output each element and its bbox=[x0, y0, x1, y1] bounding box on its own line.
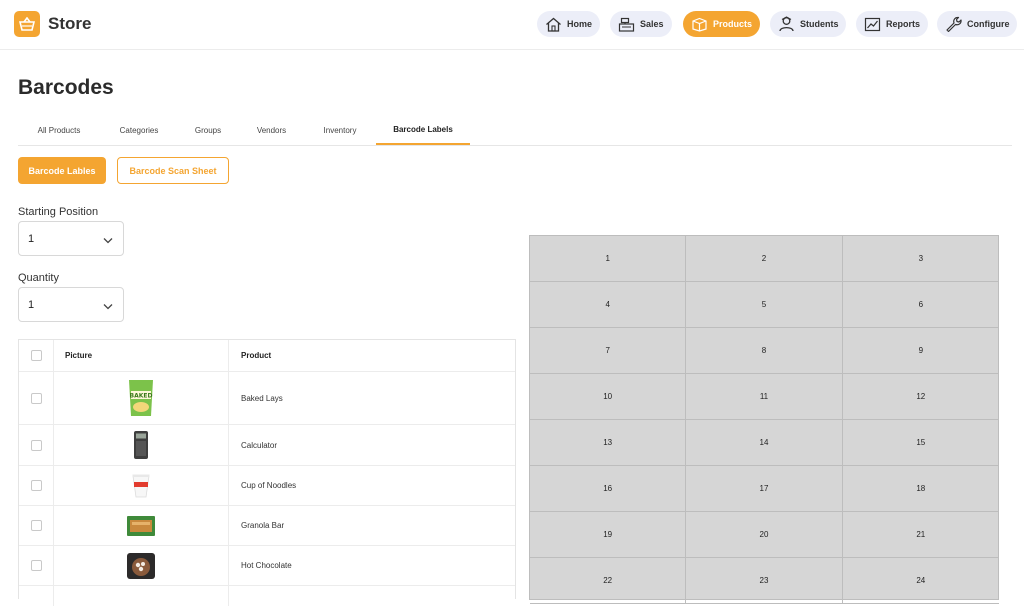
nav-home-button[interactable]: Home bbox=[537, 11, 600, 37]
label-position-cell[interactable]: 19 bbox=[530, 512, 687, 558]
tab-barcode-labels[interactable]: Barcode Labels bbox=[376, 116, 470, 145]
label-position-cell[interactable]: 12 bbox=[842, 374, 999, 420]
label-position-cell[interactable]: 6 bbox=[842, 282, 999, 328]
row-checkbox[interactable] bbox=[30, 439, 42, 451]
noodle-cup-image bbox=[132, 474, 150, 497]
quantity-label: Quantity bbox=[18, 272, 59, 284]
label-position-cell[interactable]: 22 bbox=[530, 558, 687, 604]
top-bar: Store Home Sales Products Students Repor… bbox=[0, 0, 1024, 50]
row-checkbox[interactable] bbox=[30, 480, 42, 491]
page-title: Barcodes bbox=[18, 76, 114, 99]
label-position-cell[interactable]: 11 bbox=[686, 374, 843, 420]
product-name: Calculator bbox=[241, 440, 278, 450]
student-icon bbox=[777, 15, 795, 33]
tab-all-products[interactable]: All Products bbox=[18, 116, 100, 145]
row-checkbox[interactable] bbox=[30, 520, 42, 531]
product-name: Granola Bar bbox=[241, 521, 285, 530]
hot-chocolate-image bbox=[127, 552, 155, 579]
cash-register-icon bbox=[617, 15, 635, 33]
label-position-cell[interactable]: 20 bbox=[686, 512, 843, 558]
label-position-cell[interactable]: 7 bbox=[530, 328, 687, 374]
barcode-scan-sheet-button[interactable]: Barcode Scan Sheet bbox=[117, 157, 229, 184]
nav-reports-label: Reports bbox=[886, 19, 921, 29]
nav-reports-button[interactable]: Reports bbox=[856, 11, 928, 37]
nav-students-label: Students bbox=[800, 19, 839, 29]
label-position-cell[interactable]: 16 bbox=[530, 466, 687, 512]
box-icon bbox=[690, 15, 708, 33]
starting-position-select[interactable]: 1 bbox=[18, 221, 124, 256]
store-icon bbox=[14, 11, 40, 37]
product-table: Picture Product BAKED Baked Lays Calcula… bbox=[18, 339, 516, 606]
app-name: Store bbox=[48, 14, 92, 33]
row-checkbox[interactable] bbox=[30, 560, 42, 571]
label-position-cell[interactable]: 23 bbox=[686, 558, 843, 604]
nav-configure-label: Configure bbox=[967, 19, 1010, 29]
label-position-cell[interactable]: 21 bbox=[842, 512, 999, 558]
table-header: Picture Product bbox=[19, 340, 515, 372]
label-position-cell[interactable]: 3 bbox=[842, 236, 999, 282]
chevron-down-icon bbox=[103, 301, 113, 313]
label-position-cell[interactable]: 8 bbox=[686, 328, 843, 374]
label-position-cell[interactable]: 10 bbox=[530, 374, 687, 420]
tab-vendors[interactable]: Vendors bbox=[238, 116, 305, 145]
label-position-cell[interactable]: 14 bbox=[686, 420, 843, 466]
nav-products-label: Products bbox=[713, 19, 753, 29]
label-position-cell[interactable]: 18 bbox=[842, 466, 999, 512]
chart-icon bbox=[863, 15, 881, 33]
row-checkbox[interactable] bbox=[30, 392, 42, 404]
granola-bar-image bbox=[127, 515, 155, 536]
starting-position-label: Starting Position bbox=[18, 206, 99, 218]
label-position-cell[interactable]: 2 bbox=[686, 236, 843, 282]
label-position-cell[interactable]: 13 bbox=[530, 420, 687, 466]
product-tabs: All Products Categories Groups Vendors I… bbox=[18, 116, 1012, 146]
column-header-product: Product bbox=[241, 351, 272, 360]
table-row[interactable]: BAKED Baked Lays bbox=[19, 372, 515, 425]
quantity-select[interactable]: 1 bbox=[18, 287, 124, 322]
home-icon bbox=[544, 15, 562, 33]
table-row[interactable]: Granola Bar bbox=[19, 506, 515, 546]
label-position-cell[interactable]: 4 bbox=[530, 282, 687, 328]
barcode-labels-button[interactable]: Barcode Lables bbox=[18, 157, 106, 184]
nav-configure-button[interactable]: Configure bbox=[937, 11, 1017, 37]
product-name: Baked Lays bbox=[241, 393, 283, 403]
svg-text:BAKED: BAKED bbox=[130, 393, 153, 400]
label-position-cell[interactable]: 17 bbox=[686, 466, 843, 512]
tab-inventory[interactable]: Inventory bbox=[305, 116, 375, 145]
table-row[interactable]: Cup of Noodles bbox=[19, 466, 515, 506]
starting-position-value: 1 bbox=[28, 232, 35, 245]
select-all-checkbox[interactable] bbox=[30, 350, 42, 361]
product-name: Hot Chocolate bbox=[241, 561, 292, 570]
barcode-label-grid: 1 2 3 4 5 6 7 8 9 10 11 12 13 14 15 16 17 18 19 20 21 22 23 24 bbox=[529, 235, 999, 604]
nav-sales-button[interactable]: Sales bbox=[610, 11, 672, 37]
column-header-picture: Picture bbox=[54, 340, 229, 371]
nav-sales-label: Sales bbox=[640, 19, 664, 29]
label-position-cell[interactable]: 24 bbox=[842, 558, 999, 604]
calculator-image bbox=[134, 431, 148, 459]
chevron-down-icon bbox=[103, 235, 113, 247]
label-position-cell[interactable]: 1 bbox=[530, 236, 687, 282]
table-row[interactable]: Hot Chocolate bbox=[19, 546, 515, 586]
label-position-cell[interactable]: 9 bbox=[842, 328, 999, 374]
tab-categories[interactable]: Categories bbox=[100, 116, 178, 145]
table-row[interactable] bbox=[19, 586, 515, 606]
brand[interactable]: Store bbox=[14, 11, 91, 37]
quantity-value: 1 bbox=[28, 298, 35, 311]
chips-bag-image: BAKED bbox=[129, 380, 153, 416]
nav-products-button[interactable]: Products bbox=[683, 11, 760, 37]
wrench-icon bbox=[944, 15, 962, 33]
nav-students-button[interactable]: Students bbox=[770, 11, 846, 37]
label-position-cell[interactable]: 5 bbox=[686, 282, 843, 328]
table-row[interactable]: Calculator bbox=[19, 425, 515, 466]
product-name: Cup of Noodles bbox=[241, 481, 297, 490]
nav-home-label: Home bbox=[567, 19, 593, 29]
tab-groups[interactable]: Groups bbox=[178, 116, 238, 145]
label-position-cell[interactable]: 15 bbox=[842, 420, 999, 466]
